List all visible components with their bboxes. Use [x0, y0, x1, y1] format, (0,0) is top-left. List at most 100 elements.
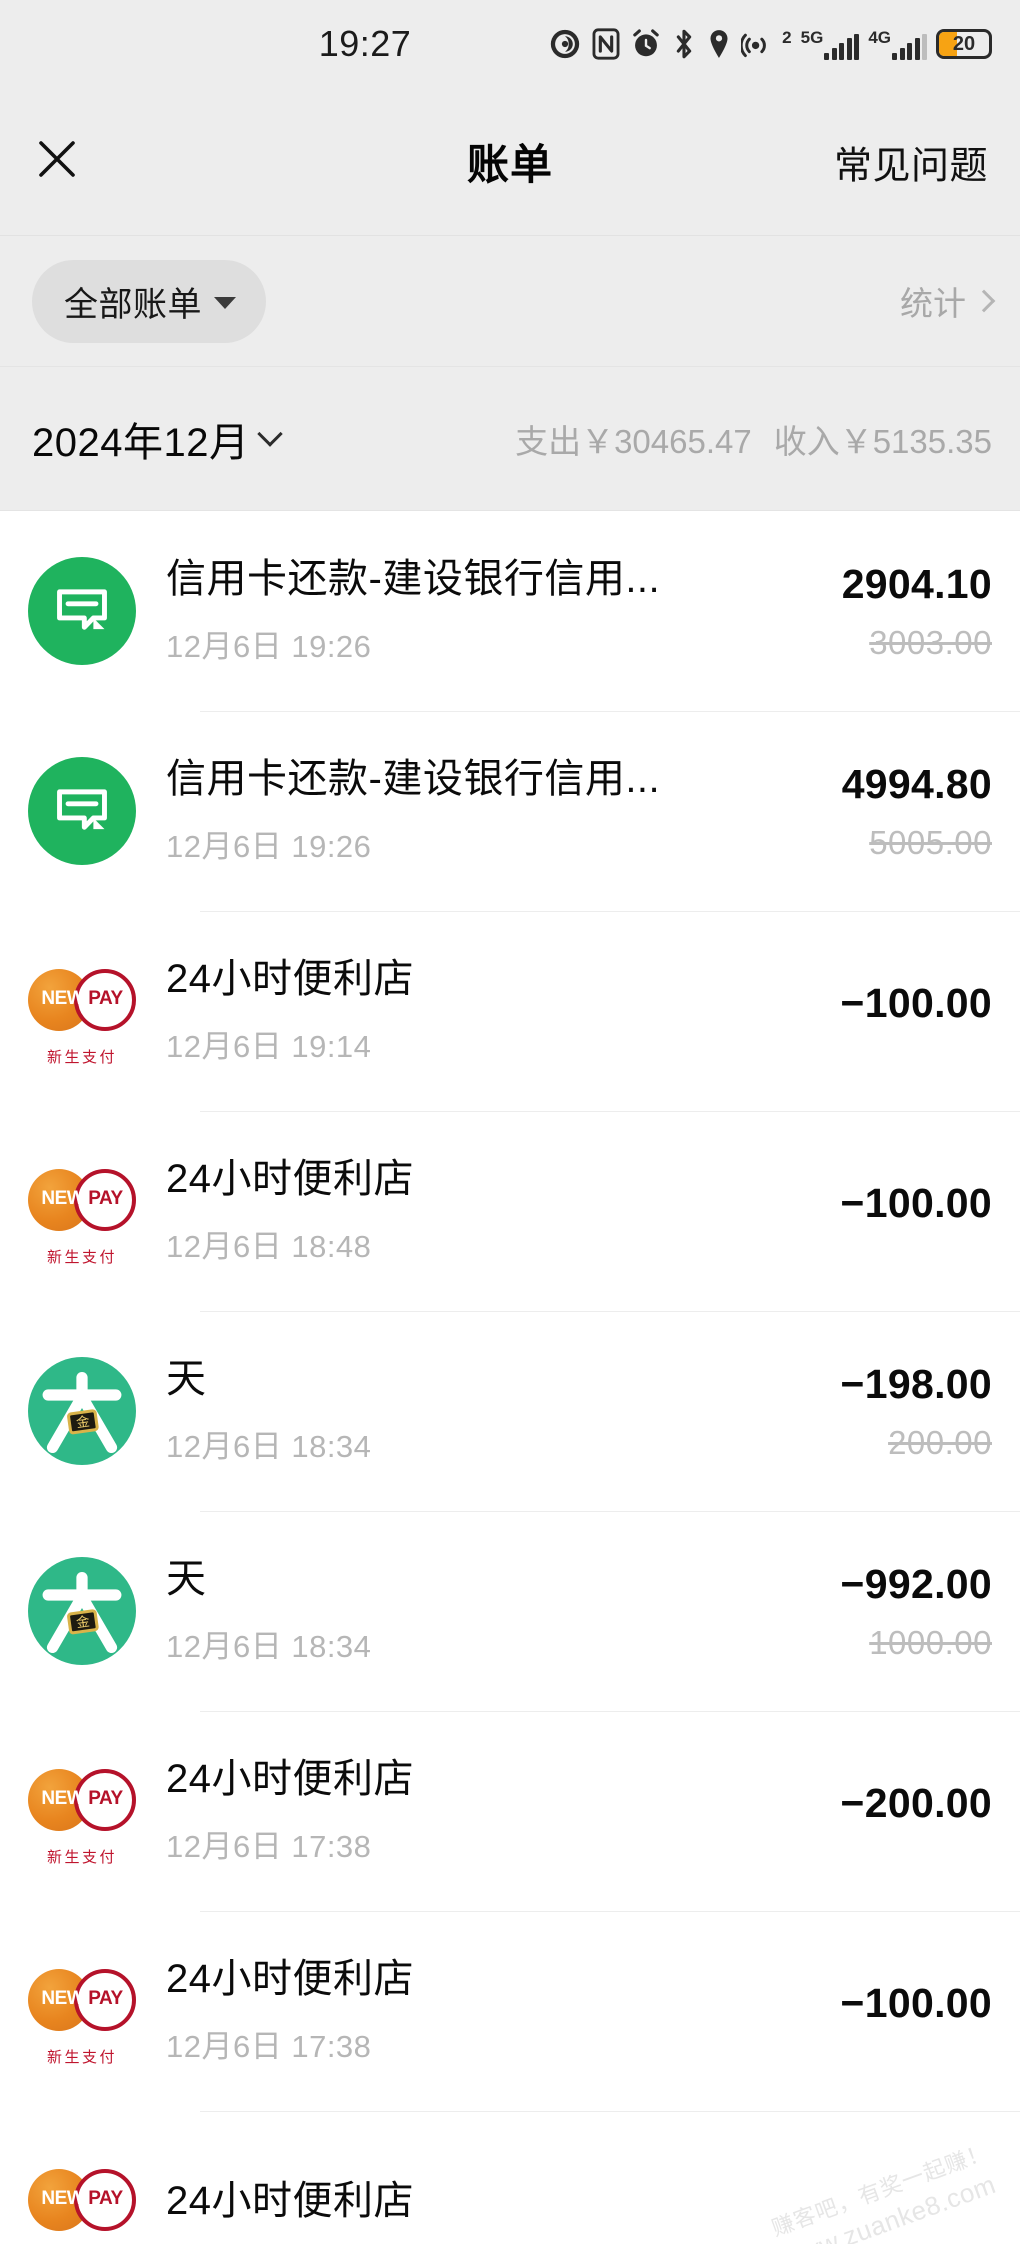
phone-screen: 19:27 2 5G 4G 20 账单 常见问题 全部账单 统计 2024年12… [0, 0, 1020, 2244]
month-income-total: 收入￥5135.35 [773, 422, 992, 460]
transaction-row[interactable]: NEWPAY新生支付 24小时便利店 [0, 2111, 1020, 2244]
transaction-row[interactable]: NEW PAY 新生支付 24小时便利店 12月6日 17:38 −100.00 [0, 1911, 1020, 2111]
transaction-row[interactable]: 金 天 12月6日 18:34 −992.00 1000.00 [0, 1511, 1020, 1711]
network-4g-label: 4G [868, 27, 891, 47]
row-divider [200, 1111, 1020, 1112]
transaction-amounts: 2904.10 3003.00 [842, 560, 992, 662]
row-divider [200, 911, 1020, 912]
transaction-title: 24小时便利店 [166, 1756, 414, 1801]
transaction-amount: 4994.80 [841, 760, 992, 807]
month-label: 2024年12月 [32, 420, 250, 465]
month-selector[interactable]: 2024年12月 [32, 410, 284, 468]
transaction-amounts: −992.00 1000.00 [841, 1560, 992, 1662]
transaction-amounts: −198.00 200.00 [841, 1360, 992, 1462]
transaction-list: 信用卡还款-建设银行信用... 12月6日 19:26 2904.10 3003.00… [0, 511, 1020, 2244]
nfc-icon [591, 27, 621, 61]
row-divider [200, 1711, 1020, 1712]
transaction-amounts: −100.00 [841, 979, 992, 1043]
sim-index-label: 2 [782, 27, 792, 47]
transaction-details: 天 12月6日 18:34 [166, 1556, 841, 1666]
wechat-transfer-icon [28, 557, 136, 665]
svg-text:金: 金 [75, 1614, 91, 1631]
transaction-title: 信用卡还款-建设银行信用... [166, 756, 661, 801]
transaction-title: 信用卡还款-建设银行信用... [166, 556, 661, 601]
faq-link[interactable]: 常见问题 [834, 134, 988, 189]
transaction-row[interactable]: NEW PAY 新生支付 24小时便利店 12月6日 19:14 −100.00 [0, 911, 1020, 1111]
bluetooth-icon [671, 27, 697, 61]
transaction-details: 信用卡还款-建设银行信用... 12月6日 19:26 [166, 556, 842, 666]
chevron-down-icon [214, 297, 236, 309]
close-button[interactable] [22, 127, 92, 197]
transaction-details: 24小时便利店 [166, 2178, 992, 2243]
chevron-right-icon [972, 289, 996, 312]
statistics-label: 统计 [900, 285, 966, 322]
newpay-icon: NEWPAY新生支付 [26, 955, 138, 1067]
transaction-time: 12月6日 17:38 [166, 1829, 372, 1865]
transaction-title: 24小时便利店 [166, 1956, 414, 2001]
bill-type-filter-button[interactable]: 全部账单 [32, 259, 266, 343]
transaction-details: 24小时便利店 12月6日 19:14 [166, 956, 841, 1066]
row-divider [200, 2111, 1020, 2112]
row-divider [200, 711, 1020, 712]
wenzhou-merchant-icon: 金 [28, 1357, 136, 1465]
transaction-amounts: −200.00 [841, 1779, 992, 1843]
transaction-amount: −992.00 [840, 1560, 992, 1607]
transaction-row[interactable]: 信用卡还款-建设银行信用... 12月6日 19:26 4994.80 5005.00 [0, 711, 1020, 911]
transaction-title: 天 [166, 1356, 207, 1401]
transaction-icon: 金 [26, 1355, 138, 1467]
transaction-icon: 金 [26, 1555, 138, 1667]
transaction-time: 12月6日 18:34 [166, 1629, 372, 1665]
transaction-original-amount: 5005.00 [869, 824, 992, 862]
transaction-icon: NEWPAY新生支付 [26, 2155, 138, 2244]
newpay-icon: NEWPAY新生支付 [26, 1155, 138, 1267]
transaction-row[interactable]: NEW PAY 新生支付 24小时便利店 12月6日 17:38 −200.00 [0, 1711, 1020, 1911]
svg-text:金: 金 [75, 1414, 91, 1431]
transaction-amounts: −100.00 [841, 1979, 992, 2043]
transaction-title: 24小时便利店 [166, 1156, 414, 1201]
transaction-row[interactable]: NEW PAY 新生支付 24小时便利店 12月6日 18:48 −100.00 [0, 1111, 1020, 1311]
hotspot-icon [741, 27, 773, 61]
month-summary-bar: 2024年12月 支出￥30465.47 收入￥5135.35 [0, 366, 1020, 511]
transaction-details: 天 12月6日 18:34 [166, 1356, 841, 1466]
close-icon [33, 135, 81, 188]
transaction-row[interactable]: 信用卡还款-建设银行信用... 12月6日 19:26 2904.10 3003.00 [0, 511, 1020, 711]
chevron-down-icon [257, 420, 284, 447]
transaction-details: 24小时便利店 12月6日 18:48 [166, 1156, 841, 1266]
battery-level-label: 20 [952, 33, 976, 55]
transaction-details: 24小时便利店 12月6日 17:38 [166, 1956, 841, 2066]
transaction-amount: −100.00 [840, 979, 992, 1026]
transaction-icon [26, 755, 138, 867]
transaction-amount: −200.00 [840, 1779, 992, 1826]
transaction-amount: −198.00 [840, 1360, 992, 1407]
signal-5g-icon: 5G [801, 29, 860, 60]
transaction-row[interactable]: 金 天 12月6日 18:34 −198.00 200.00 [0, 1311, 1020, 1511]
statistics-link[interactable]: 统计 [900, 277, 996, 325]
transaction-title: 24小时便利店 [166, 2179, 414, 2224]
transaction-time: 12月6日 18:48 [166, 1229, 372, 1265]
transaction-amount: −100.00 [840, 1179, 992, 1226]
transaction-icon: NEWPAY新生支付 [26, 1955, 138, 2067]
status-bar: 19:27 2 5G 4G 20 [0, 0, 1020, 88]
transaction-icon [26, 555, 138, 667]
transaction-icon: NEWPAY新生支付 [26, 1755, 138, 1867]
row-divider [200, 1311, 1020, 1312]
newpay-icon: NEWPAY新生支付 [26, 1955, 138, 2067]
transaction-time: 12月6日 19:14 [166, 1029, 372, 1065]
newpay-icon: NEWPAY新生支付 [26, 1755, 138, 1867]
transaction-icon: NEWPAY新生支付 [26, 1155, 138, 1267]
month-totals: 支出￥30465.47 收入￥5135.35 [515, 415, 992, 463]
bill-type-filter-label: 全部账单 [64, 285, 202, 324]
signal-4g-icon: 4G [868, 29, 927, 60]
transaction-amounts: 4994.80 5005.00 [842, 760, 992, 862]
transaction-amount: −100.00 [840, 1979, 992, 2026]
transaction-details: 24小时便利店 12月6日 17:38 [166, 1756, 841, 1866]
location-icon [706, 27, 732, 61]
transaction-time: 12月6日 17:38 [166, 2029, 372, 2065]
wechat-transfer-icon [28, 757, 136, 865]
wenzhou-merchant-icon: 金 [28, 1557, 136, 1665]
status-bar-icons: 2 5G 4G 20 [548, 27, 992, 61]
newpay-icon: NEWPAY新生支付 [26, 2155, 138, 2244]
transaction-title: 天 [166, 1556, 207, 1601]
page-title: 账单 [466, 141, 553, 188]
row-divider [200, 1911, 1020, 1912]
